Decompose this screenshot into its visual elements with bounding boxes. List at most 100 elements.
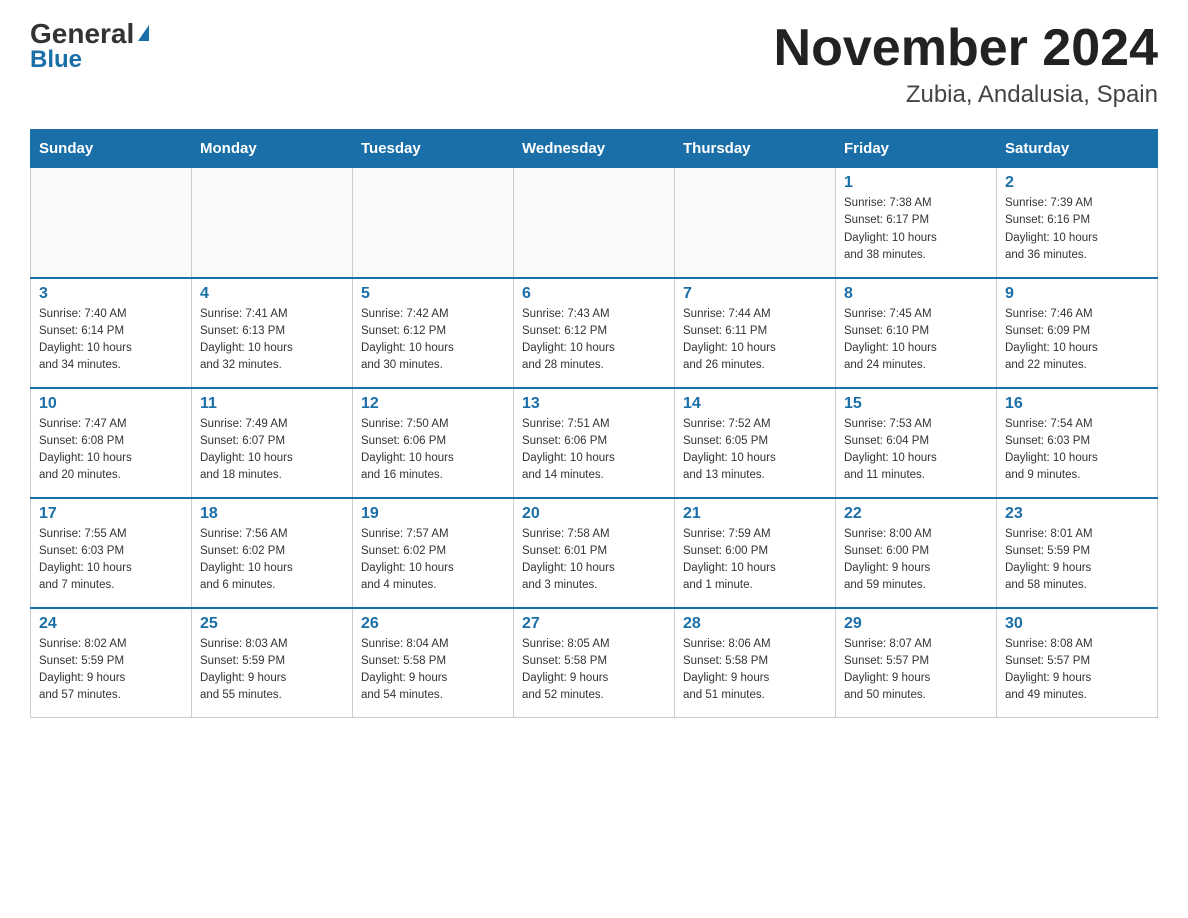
day-number: 22 <box>844 505 988 523</box>
day-info: Sunrise: 7:47 AMSunset: 6:08 PMDaylight:… <box>39 416 183 485</box>
day-number: 29 <box>844 615 988 633</box>
day-number: 20 <box>522 505 666 523</box>
calendar-week-row: 17 Sunrise: 7:55 AMSunset: 6:03 PMDayligh… <box>31 498 1158 608</box>
calendar-cell <box>675 168 836 278</box>
day-info: Sunrise: 7:51 AMSunset: 6:06 PMDaylight:… <box>522 416 666 485</box>
calendar-cell <box>31 168 192 278</box>
day-number: 12 <box>361 395 505 413</box>
day-info: Sunrise: 8:05 AMSunset: 5:58 PMDaylight:… <box>522 636 666 705</box>
calendar-cell: 24 Sunrise: 8:02 AMSunset: 5:59 PMDayligh… <box>31 608 192 718</box>
calendar-subtitle: Zubia, Andalusia, Spain <box>774 81 1158 109</box>
day-number: 30 <box>1005 615 1149 633</box>
day-number: 16 <box>1005 395 1149 413</box>
day-number: 3 <box>39 285 183 303</box>
calendar-cell: 3 Sunrise: 7:40 AMSunset: 6:14 PMDaylight… <box>31 278 192 388</box>
calendar-cell: 16 Sunrise: 7:54 AMSunset: 6:03 PMDayligh… <box>997 388 1158 498</box>
calendar-cell: 4 Sunrise: 7:41 AMSunset: 6:13 PMDaylight… <box>192 278 353 388</box>
day-number: 27 <box>522 615 666 633</box>
calendar-cell: 19 Sunrise: 7:57 AMSunset: 6:02 PMDayligh… <box>353 498 514 608</box>
calendar-cell: 28 Sunrise: 8:06 AMSunset: 5:58 PMDayligh… <box>675 608 836 718</box>
day-info: Sunrise: 8:03 AMSunset: 5:59 PMDaylight:… <box>200 636 344 705</box>
calendar-cell: 26 Sunrise: 8:04 AMSunset: 5:58 PMDayligh… <box>353 608 514 718</box>
calendar-cell: 11 Sunrise: 7:49 AMSunset: 6:07 PMDayligh… <box>192 388 353 498</box>
calendar-cell <box>514 168 675 278</box>
logo-triangle-icon <box>138 25 149 41</box>
day-info: Sunrise: 7:41 AMSunset: 6:13 PMDaylight:… <box>200 306 344 375</box>
calendar-cell: 2 Sunrise: 7:39 AMSunset: 6:16 PMDaylight… <box>997 168 1158 278</box>
day-number: 6 <box>522 285 666 303</box>
weekday-header-sunday: Sunday <box>31 130 192 168</box>
day-number: 11 <box>200 395 344 413</box>
calendar-cell: 29 Sunrise: 8:07 AMSunset: 5:57 PMDayligh… <box>836 608 997 718</box>
calendar-cell: 14Sunrise: 7:52 AMSunset: 6:05 PMDayligh… <box>675 388 836 498</box>
day-number: 21 <box>683 505 827 523</box>
day-number: 10 <box>39 395 183 413</box>
day-number: 8 <box>844 285 988 303</box>
calendar-cell: 25 Sunrise: 8:03 AMSunset: 5:59 PMDayligh… <box>192 608 353 718</box>
day-info: Sunrise: 7:46 AMSunset: 6:09 PMDaylight:… <box>1005 306 1149 375</box>
day-info: Sunrise: 7:43 AMSunset: 6:12 PMDaylight:… <box>522 306 666 375</box>
calendar-cell: 30 Sunrise: 8:08 AMSunset: 5:57 PMDayligh… <box>997 608 1158 718</box>
day-number: 28 <box>683 615 827 633</box>
calendar-cell: 9 Sunrise: 7:46 AMSunset: 6:09 PMDaylight… <box>997 278 1158 388</box>
calendar-week-row: 3 Sunrise: 7:40 AMSunset: 6:14 PMDaylight… <box>31 278 1158 388</box>
calendar-cell: 13 Sunrise: 7:51 AMSunset: 6:06 PMDayligh… <box>514 388 675 498</box>
calendar-title-area: November 2024 Zubia, Andalusia, Spain <box>774 20 1158 109</box>
day-number: 18 <box>200 505 344 523</box>
day-number: 2 <box>1005 174 1149 192</box>
calendar-cell: 6 Sunrise: 7:43 AMSunset: 6:12 PMDaylight… <box>514 278 675 388</box>
weekday-header-thursday: Thursday <box>675 130 836 168</box>
day-info: Sunrise: 7:44 AMSunset: 6:11 PMDaylight:… <box>683 306 827 375</box>
calendar-table: SundayMondayTuesdayWednesdayThursdayFrid… <box>30 129 1158 718</box>
day-info: Sunrise: 8:02 AMSunset: 5:59 PMDaylight:… <box>39 636 183 705</box>
day-number: 15 <box>844 395 988 413</box>
calendar-cell: 12 Sunrise: 7:50 AMSunset: 6:06 PMDayligh… <box>353 388 514 498</box>
day-number: 14 <box>683 395 827 413</box>
day-number: 23 <box>1005 505 1149 523</box>
day-number: 13 <box>522 395 666 413</box>
calendar-cell: 5Sunrise: 7:42 AMSunset: 6:12 PMDaylight… <box>353 278 514 388</box>
calendar-cell: 15Sunrise: 7:53 AMSunset: 6:04 PMDayligh… <box>836 388 997 498</box>
calendar-cell: 21Sunrise: 7:59 AMSunset: 6:00 PMDayligh… <box>675 498 836 608</box>
day-info: Sunrise: 7:56 AMSunset: 6:02 PMDaylight:… <box>200 526 344 595</box>
weekday-header-row: SundayMondayTuesdayWednesdayThursdayFrid… <box>31 130 1158 168</box>
day-number: 19 <box>361 505 505 523</box>
calendar-cell: 23 Sunrise: 8:01 AMSunset: 5:59 PMDayligh… <box>997 498 1158 608</box>
calendar-cell: 22 Sunrise: 8:00 AMSunset: 6:00 PMDayligh… <box>836 498 997 608</box>
day-info: Sunrise: 8:06 AMSunset: 5:58 PMDaylight:… <box>683 636 827 705</box>
logo-blue: Blue <box>30 46 82 74</box>
calendar-cell: 10 Sunrise: 7:47 AMSunset: 6:08 PMDayligh… <box>31 388 192 498</box>
day-number: 24 <box>39 615 183 633</box>
day-info: Sunrise: 7:54 AMSunset: 6:03 PMDaylight:… <box>1005 416 1149 485</box>
day-info: Sunrise: 7:42 AMSunset: 6:12 PMDaylight:… <box>361 306 505 375</box>
calendar-title: November 2024 <box>774 20 1158 77</box>
calendar-cell: 27 Sunrise: 8:05 AMSunset: 5:58 PMDayligh… <box>514 608 675 718</box>
day-info: Sunrise: 7:38 AMSunset: 6:17 PMDaylight:… <box>844 195 988 264</box>
day-info: Sunrise: 7:55 AMSunset: 6:03 PMDaylight:… <box>39 526 183 595</box>
calendar-week-row: 1 Sunrise: 7:38 AMSunset: 6:17 PMDaylight… <box>31 168 1158 278</box>
day-info: Sunrise: 7:40 AMSunset: 6:14 PMDaylight:… <box>39 306 183 375</box>
page-header: General Blue November 2024 Zubia, Andalu… <box>30 20 1158 109</box>
day-info: Sunrise: 8:01 AMSunset: 5:59 PMDaylight:… <box>1005 526 1149 595</box>
day-info: Sunrise: 7:50 AMSunset: 6:06 PMDaylight:… <box>361 416 505 485</box>
calendar-cell: 17 Sunrise: 7:55 AMSunset: 6:03 PMDayligh… <box>31 498 192 608</box>
day-info: Sunrise: 8:04 AMSunset: 5:58 PMDaylight:… <box>361 636 505 705</box>
day-info: Sunrise: 7:58 AMSunset: 6:01 PMDaylight:… <box>522 526 666 595</box>
day-number: 7 <box>683 285 827 303</box>
day-number: 25 <box>200 615 344 633</box>
day-info: Sunrise: 7:39 AMSunset: 6:16 PMDaylight:… <box>1005 195 1149 264</box>
day-info: Sunrise: 7:57 AMSunset: 6:02 PMDaylight:… <box>361 526 505 595</box>
day-number: 4 <box>200 285 344 303</box>
day-number: 9 <box>1005 285 1149 303</box>
logo: General Blue <box>30 20 149 74</box>
weekday-header-saturday: Saturday <box>997 130 1158 168</box>
weekday-header-tuesday: Tuesday <box>353 130 514 168</box>
day-number: 17 <box>39 505 183 523</box>
day-number: 1 <box>844 174 988 192</box>
day-info: Sunrise: 8:08 AMSunset: 5:57 PMDaylight:… <box>1005 636 1149 705</box>
day-info: Sunrise: 7:49 AMSunset: 6:07 PMDaylight:… <box>200 416 344 485</box>
day-info: Sunrise: 8:00 AMSunset: 6:00 PMDaylight:… <box>844 526 988 595</box>
weekday-header-wednesday: Wednesday <box>514 130 675 168</box>
day-number: 26 <box>361 615 505 633</box>
day-info: Sunrise: 8:07 AMSunset: 5:57 PMDaylight:… <box>844 636 988 705</box>
